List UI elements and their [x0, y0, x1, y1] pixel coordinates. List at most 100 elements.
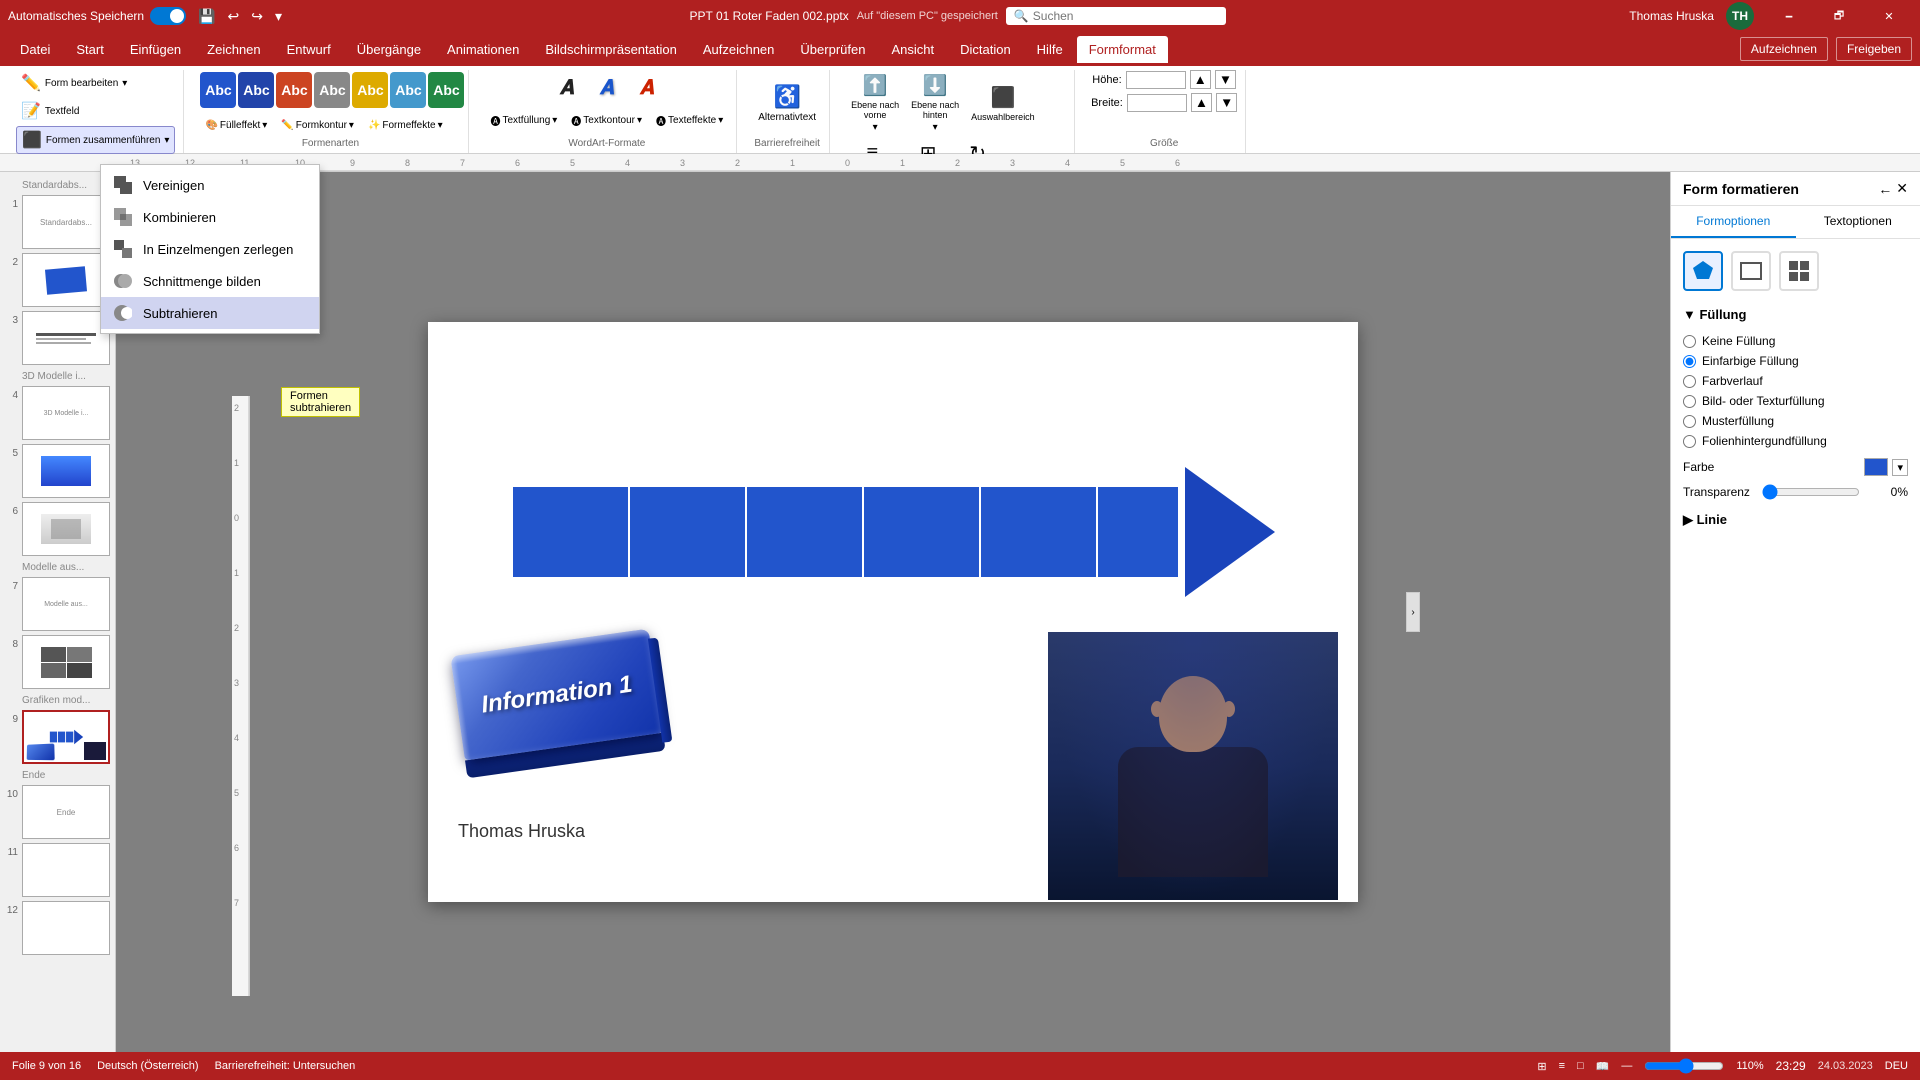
- slide-preview-3[interactable]: [22, 311, 110, 365]
- slide-preview-5[interactable]: [22, 444, 110, 498]
- width-up-btn[interactable]: ▲: [1191, 93, 1212, 112]
- slide-thumb-11[interactable]: 11: [4, 843, 111, 897]
- undo-btn[interactable]: ↩: [224, 6, 244, 27]
- texteffekte-btn[interactable]: 🅐 Texteffekte ▾: [651, 110, 728, 131]
- slide-thumb-10[interactable]: 10 Ende: [4, 785, 111, 839]
- slide-thumb-6[interactable]: 6: [4, 502, 111, 556]
- auswahlbereich-btn[interactable]: ⬛ Auswahlbereich: [966, 82, 1040, 125]
- slide-thumb-8[interactable]: 8: [4, 635, 111, 689]
- style-btn-3[interactable]: Abc: [276, 72, 312, 108]
- wordart-btn-3[interactable]: 𝐀: [629, 70, 665, 106]
- slide-view-icon[interactable]: □: [1577, 1060, 1584, 1072]
- textkontur-btn[interactable]: 🅐 Textkontour ▾: [566, 110, 647, 131]
- style-btn-2[interactable]: Abc: [238, 72, 274, 108]
- slide-preview-11[interactable]: [22, 843, 110, 897]
- arrow-shape[interactable]: [513, 467, 1275, 597]
- slide-thumb-2[interactable]: 2: [4, 253, 111, 307]
- search-input[interactable]: [1033, 9, 1173, 23]
- format-tab-formoptionen[interactable]: Formoptionen: [1671, 206, 1796, 238]
- textfeld-btn[interactable]: 📝 Textfeld: [16, 98, 175, 124]
- shape-icon-pentagon[interactable]: [1683, 251, 1723, 291]
- slide-preview-10[interactable]: Ende: [22, 785, 110, 839]
- tab-formformat[interactable]: Formformat: [1077, 36, 1168, 63]
- radio-keine-fullung[interactable]: Keine Füllung: [1683, 334, 1908, 348]
- tab-praesentation[interactable]: Bildschirmpräsentation: [533, 36, 689, 63]
- width-input[interactable]: [1127, 94, 1187, 112]
- fullung-header[interactable]: ▼ Füllung: [1683, 307, 1908, 322]
- linie-header[interactable]: ▶ Linie: [1683, 512, 1908, 528]
- radio-farbverlauf-input[interactable]: [1683, 375, 1696, 388]
- radio-einfarbig-input[interactable]: [1683, 355, 1696, 368]
- normal-view-icon[interactable]: ⊞: [1537, 1060, 1546, 1073]
- format-panel-back-btn[interactable]: ←: [1878, 180, 1892, 197]
- outline-view-icon[interactable]: ≡: [1559, 1060, 1565, 1072]
- tab-einfugen[interactable]: Einfügen: [118, 36, 193, 63]
- redo-btn[interactable]: ↪: [247, 6, 267, 27]
- radio-bild-textur[interactable]: Bild- oder Texturfüllung: [1683, 394, 1908, 408]
- tab-animationen[interactable]: Animationen: [435, 36, 531, 63]
- collapse-handle[interactable]: ›: [1406, 592, 1420, 632]
- transparenz-slider[interactable]: [1762, 484, 1860, 500]
- radio-muster-input[interactable]: [1683, 415, 1696, 428]
- merge-item-kombinieren[interactable]: Kombinieren: [101, 201, 319, 233]
- slide-preview-7[interactable]: Modelle aus...: [22, 577, 110, 631]
- accessibility-btn[interactable]: Barrierefreiheit: Untersuchen: [215, 1060, 356, 1072]
- slide-thumb-12[interactable]: 12: [4, 901, 111, 955]
- ebene-hinten-btn[interactable]: ⬇️ Ebene nachhinten ▾: [906, 70, 964, 136]
- style-btn-7[interactable]: Abc: [428, 72, 464, 108]
- formeffekte-btn[interactable]: ✨ Formeffekte ▾: [363, 117, 448, 134]
- radio-folie[interactable]: Folienhintergundfüllung: [1683, 434, 1908, 448]
- information-key[interactable]: Information 1: [458, 642, 658, 765]
- shape-icon-grid[interactable]: [1779, 251, 1819, 291]
- merge-item-schnittmenge[interactable]: Schnittmenge bilden: [101, 265, 319, 297]
- slide-thumb-5[interactable]: 5: [4, 444, 111, 498]
- textfullung-btn[interactable]: 🅐 Textfüllung ▾: [485, 110, 562, 131]
- share-btn[interactable]: Freigeben: [1836, 37, 1912, 61]
- restore-btn[interactable]: 🗗: [1816, 0, 1862, 32]
- format-panel-close-btn[interactable]: ✕: [1896, 180, 1908, 197]
- merge-item-vereinigen[interactable]: Vereinigen: [101, 169, 319, 201]
- tab-datei[interactable]: Datei: [8, 36, 62, 63]
- user-avatar[interactable]: TH: [1726, 2, 1754, 30]
- format-tab-textoptionen[interactable]: Textoptionen: [1796, 206, 1920, 238]
- alternativtext-btn[interactable]: ♿ Alternativtext: [753, 81, 821, 126]
- slide-preview-4[interactable]: 3D Modelle i...: [22, 386, 110, 440]
- tab-zeichnen[interactable]: Zeichnen: [195, 36, 272, 63]
- tab-dictation[interactable]: Dictation: [948, 36, 1023, 63]
- height-down-btn[interactable]: ▼: [1215, 70, 1236, 89]
- height-input[interactable]: [1126, 71, 1186, 89]
- radio-folie-input[interactable]: [1683, 435, 1696, 448]
- style-btn-1[interactable]: Abc: [200, 72, 236, 108]
- radio-einfarbig[interactable]: Einfarbige Füllung: [1683, 354, 1908, 368]
- minimize-btn[interactable]: 🗕: [1766, 0, 1812, 32]
- shape-icon-rect[interactable]: [1731, 251, 1771, 291]
- slide-preview-2[interactable]: [22, 253, 110, 307]
- slide-preview-6[interactable]: [22, 502, 110, 556]
- quickaccess-more-btn[interactable]: ▾: [271, 6, 286, 27]
- ebene-vorne-btn[interactable]: ⬆️ Ebene nachvorne ▾: [846, 70, 904, 136]
- style-btn-4[interactable]: Abc: [314, 72, 350, 108]
- radio-muster[interactable]: Musterfüllung: [1683, 414, 1908, 428]
- tab-aufzeichnen[interactable]: Aufzeichnen: [691, 36, 787, 63]
- autosave-toggle[interactable]: [150, 7, 186, 25]
- slide-thumb-9[interactable]: 9: [4, 710, 111, 764]
- style-btn-5[interactable]: Abc: [352, 72, 388, 108]
- style-btn-6[interactable]: Abc: [390, 72, 426, 108]
- width-down-btn[interactable]: ▼: [1216, 93, 1237, 112]
- merge-item-subtrahieren[interactable]: Subtrahieren: [101, 297, 319, 329]
- wordart-btn-2[interactable]: 𝐀: [589, 70, 625, 106]
- record-btn[interactable]: Aufzeichnen: [1740, 37, 1828, 61]
- radio-keine-input[interactable]: [1683, 335, 1696, 348]
- reading-view-icon[interactable]: 📖: [1596, 1060, 1610, 1073]
- farbe-dropdown-btn[interactable]: ▾: [1892, 459, 1908, 476]
- tab-start[interactable]: Start: [64, 36, 115, 63]
- save-btn[interactable]: 💾: [194, 6, 219, 27]
- tab-entwurf[interactable]: Entwurf: [275, 36, 343, 63]
- slide-thumb-7[interactable]: 7 Modelle aus...: [4, 577, 111, 631]
- radio-farbverlauf[interactable]: Farbverlauf: [1683, 374, 1908, 388]
- slide-thumb-4[interactable]: 4 3D Modelle i...: [4, 386, 111, 440]
- slide-preview-12[interactable]: [22, 901, 110, 955]
- merge-btn[interactable]: ⬛ Formen zusammenführen ▾: [16, 126, 175, 154]
- slide-preview-9[interactable]: [22, 710, 110, 764]
- tab-uberprufen[interactable]: Überprüfen: [788, 36, 877, 63]
